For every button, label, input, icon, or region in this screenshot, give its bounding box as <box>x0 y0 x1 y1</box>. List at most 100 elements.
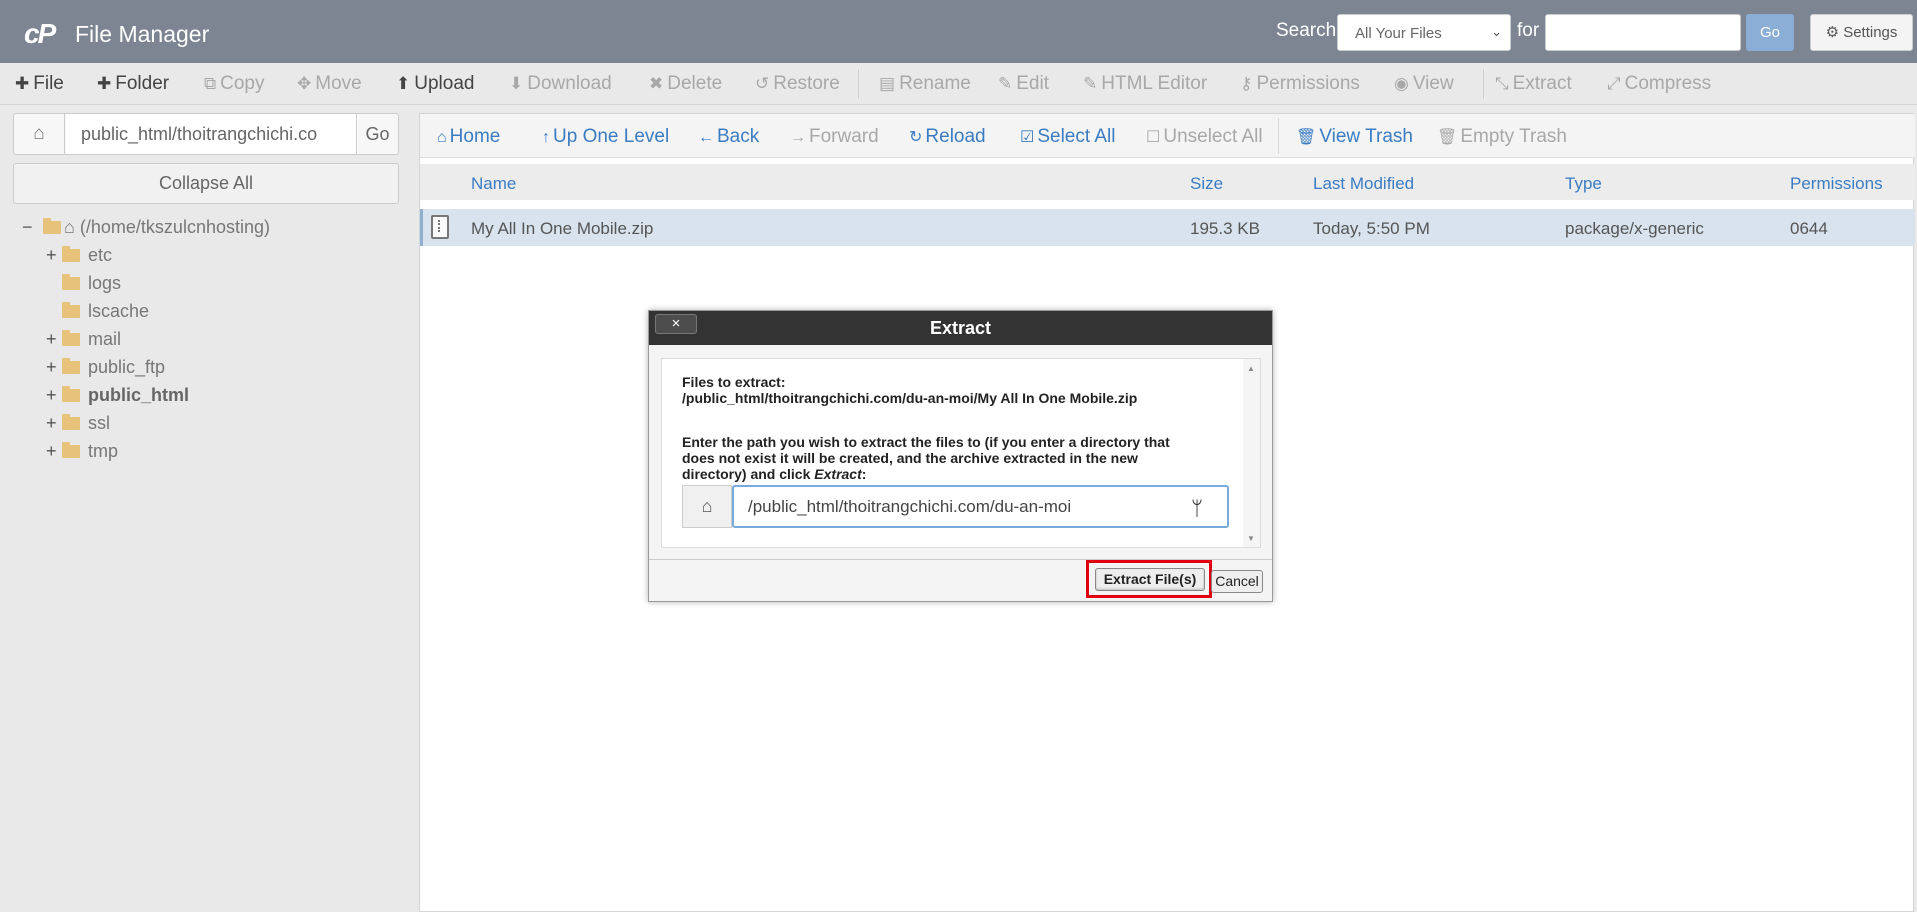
file-name: My All In One Mobile.zip <box>471 219 654 238</box>
collapse-toggle[interactable]: − <box>22 217 36 238</box>
table-row[interactable]: My All In One Mobile.zip 195.3 KB Today,… <box>420 209 1915 246</box>
folder-icon <box>62 246 80 262</box>
html-editor-button[interactable]: ✎ HTML Editor <box>1083 73 1207 95</box>
home-button[interactable]: ⌂ Home <box>437 126 500 148</box>
move-button[interactable]: ✥ Move <box>297 73 362 95</box>
tree-item-label: etc <box>88 245 113 265</box>
folder-icon <box>62 358 80 374</box>
folder-icon <box>62 302 80 318</box>
rename-button[interactable]: ▤ Rename <box>879 73 971 95</box>
compress-button[interactable]: ⤢ Compress <box>1607 73 1711 95</box>
tree-item-ssl[interactable]: + ssl <box>46 413 110 437</box>
permissions-button[interactable]: ⚷ Permissions <box>1240 73 1360 95</box>
path-go-button[interactable]: Go <box>356 114 398 154</box>
trash-icon: 🗑 <box>1437 129 1458 146</box>
reload-icon: ↻ <box>909 129 923 146</box>
tree-item-logs[interactable]: logs <box>46 273 121 297</box>
tree-item-label: logs <box>88 273 122 293</box>
folder-icon <box>62 442 80 458</box>
chevron-down-icon: ⌄ <box>1491 24 1502 39</box>
upload-button[interactable]: ⬆ Upload <box>396 73 474 95</box>
rename-icon: ▤ <box>879 74 896 93</box>
edit-button[interactable]: ✎ Edit <box>998 73 1049 95</box>
expand-toggle[interactable]: + <box>46 385 60 406</box>
copy-button[interactable]: ⧉ Copy <box>204 73 265 95</box>
tree-item-mail[interactable]: + mail <box>46 329 121 353</box>
table-header: Name Size Last Modified Type Permissions <box>420 164 1915 200</box>
expand-toggle[interactable]: + <box>46 413 60 434</box>
expand-toggle[interactable]: + <box>46 357 60 378</box>
tree-item-label: public_ftp <box>88 357 166 377</box>
expand-toggle[interactable]: + <box>46 245 60 266</box>
back-button[interactable]: ← Back <box>698 126 759 148</box>
home-icon: ⌂ <box>64 217 75 237</box>
settings-button[interactable]: ⚙ Settings <box>1810 14 1913 51</box>
tree-item-public-html[interactable]: + public_html <box>46 385 189 409</box>
download-button[interactable]: ⬇ Download <box>509 73 612 95</box>
files-to-extract-label: Files to extract: <box>682 374 786 390</box>
column-size[interactable]: Size <box>1190 174 1223 194</box>
collapse-all-button[interactable]: Collapse All <box>13 163 399 204</box>
tree-item-label: tmp <box>88 441 119 461</box>
column-name[interactable]: Name <box>471 174 516 194</box>
upload-icon: ⬆ <box>396 74 411 93</box>
search-scope-select[interactable]: All Your Files ⌄ <box>1337 14 1511 51</box>
column-type[interactable]: Type <box>1565 174 1602 194</box>
view-button[interactable]: ◉ View <box>1394 73 1454 95</box>
extract-files-button[interactable]: Extract File(s) <box>1095 568 1205 591</box>
view-trash-button[interactable]: 🗑 View Trash <box>1296 126 1413 148</box>
extract-button[interactable]: ⤡ Extract <box>1495 73 1572 95</box>
restore-button[interactable]: ↺ Restore <box>755 73 840 95</box>
column-permissions[interactable]: Permissions <box>1790 174 1883 194</box>
tree-item-home[interactable]: − ⌂ (/home/tkszulcnhosting) <box>22 217 270 241</box>
delete-button[interactable]: ✖ Delete <box>649 73 722 95</box>
tree-item-etc[interactable]: + etc <box>46 245 112 269</box>
column-last-modified[interactable]: Last Modified <box>1313 174 1414 194</box>
new-file-button[interactable]: ✚ File <box>15 73 64 95</box>
instruction-emphasis: Extract <box>814 466 862 482</box>
empty-trash-button[interactable]: 🗑 Empty Trash <box>1437 126 1567 148</box>
app-header: cP File Manager Search All Your Files ⌄ … <box>0 0 1917 63</box>
nav-divider <box>1278 118 1279 154</box>
search-go-button[interactable]: Go <box>1746 14 1794 51</box>
folder-icon <box>62 414 80 430</box>
extract-path-value: /public_html/thoitrangchichi.com/du-an-m… <box>748 497 1072 516</box>
reload-button[interactable]: ↻ Reload <box>909 126 986 148</box>
plus-icon: ✚ <box>15 74 30 93</box>
expand-toggle[interactable]: + <box>46 441 60 462</box>
extract-path-input[interactable]: /public_html/thoitrangchichi.com/du-an-m… <box>732 485 1229 528</box>
scroll-up-icon[interactable]: ▲ <box>1247 364 1255 373</box>
cancel-button[interactable]: Cancel <box>1211 570 1263 593</box>
checkbox-empty-icon: ☐ <box>1146 129 1161 146</box>
home-icon: ⌂ <box>437 129 447 146</box>
zip-file-icon <box>431 215 449 239</box>
upload-label: Upload <box>414 73 475 94</box>
search-label: Search <box>1276 20 1337 41</box>
tree-item-public-ftp[interactable]: + public_ftp <box>46 357 165 381</box>
search-input[interactable] <box>1545 14 1741 51</box>
delete-icon: ✖ <box>649 74 664 93</box>
compress-label: Compress <box>1624 73 1712 94</box>
html-editor-icon: ✎ <box>1083 74 1098 93</box>
select-all-button[interactable]: ☑ Select All <box>1020 126 1116 148</box>
expand-toggle[interactable]: + <box>46 329 60 350</box>
dialog-title: Extract <box>649 311 1272 345</box>
dialog-scrollbar[interactable]: ▲ ▼ <box>1243 359 1260 547</box>
unselect-all-button[interactable]: ☐ Unselect All <box>1146 126 1263 148</box>
tree-item-lscache[interactable]: lscache <box>46 301 149 325</box>
forward-label: Forward <box>809 126 879 147</box>
home-label: Home <box>449 126 501 147</box>
path-input[interactable]: public_html/thoitrangchichi.co <box>66 114 358 154</box>
file-modified: Today, 5:50 PM <box>1313 219 1430 238</box>
forward-button[interactable]: → Forward <box>790 126 879 148</box>
tree-item-label: public_html <box>88 385 190 405</box>
extract-dialog: Extract × Files to extract: /public_html… <box>648 310 1273 602</box>
tree-item-tmp[interactable]: + tmp <box>46 441 118 465</box>
home-icon[interactable]: ⌂ <box>14 114 65 154</box>
cpanel-logo[interactable]: cP <box>24 18 56 50</box>
new-folder-button[interactable]: ✚ Folder <box>97 73 169 95</box>
up-one-level-button[interactable]: ↑ Up One Level <box>542 126 669 148</box>
close-icon[interactable]: × <box>655 314 697 334</box>
unselect-all-label: Unselect All <box>1163 126 1263 147</box>
scroll-down-icon[interactable]: ▼ <box>1247 534 1255 543</box>
